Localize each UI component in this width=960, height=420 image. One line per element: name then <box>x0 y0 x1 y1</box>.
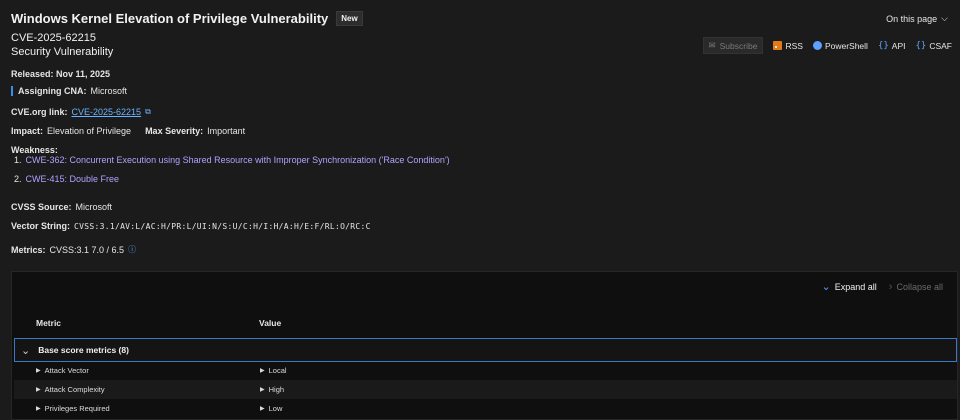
vector-value: CVSS:3.1/AV:L/AC:H/PR:L/UI:N/S:U/C:H/I:H… <box>74 221 371 231</box>
group-label: Base score metrics (8) <box>38 345 129 355</box>
braces-icon: {} <box>877 40 889 51</box>
caret-right-icon: ▶ <box>36 406 41 412</box>
caret-right-icon: ▶ <box>36 368 41 374</box>
weakness-item: 1. CWE-362: Concurrent Execution using S… <box>14 155 450 165</box>
chevron-down-icon: ⌵ <box>941 13 948 23</box>
impact-label: Impact: <box>11 126 44 136</box>
weakness-label: Weakness: <box>11 145 58 155</box>
api-link[interactable]: {} API <box>878 41 906 51</box>
collapse-all-label: Collapse all <box>896 281 943 292</box>
metrics-panel: ⌄ Expand all › Collapse all Metric Value… <box>11 271 958 420</box>
weakness-num: 2. <box>14 174 22 184</box>
cvss-source-value: Microsoft <box>75 202 113 212</box>
caret-right-icon: ▶ <box>36 387 41 393</box>
cwe-link[interactable]: CWE-362: Concurrent Execution using Shar… <box>26 155 450 165</box>
metric-name: Attack Vector <box>44 366 89 375</box>
new-badge: New <box>336 11 363 26</box>
chevron-down-icon: ⌄ <box>21 344 31 357</box>
on-this-page-dropdown[interactable]: On this page ⌵ <box>886 13 948 24</box>
subscribe-label: Subscribe <box>719 40 758 51</box>
expand-all-label: Expand all <box>834 281 877 292</box>
action-bar: ✉ Subscribe RSS PowerShell {} API {} CSA… <box>702 37 952 54</box>
metric-name: Privileges Required <box>44 404 110 413</box>
page-title: Windows Kernel Elevation of Privilege Vu… <box>11 11 329 26</box>
vector-label: Vector String: <box>11 221 71 231</box>
cveorg-label: CVE.org link: <box>11 107 68 117</box>
caret-right-icon: ▶ <box>260 368 265 374</box>
weakness-num: 1. <box>14 155 22 165</box>
assigning-cna: Assigning CNA: Microsoft <box>11 86 127 96</box>
braces-icon: {} <box>915 40 927 51</box>
metrics-value: CVSS:3.1 7.0 / 6.5 <box>49 244 125 255</box>
chevron-down-icon: ⌄ <box>821 281 831 293</box>
released-date: Released: Nov 11, 2025 <box>11 69 111 79</box>
table-row[interactable]: ▶ Attack Vector ▶ Local <box>14 361 957 380</box>
table-row[interactable]: ▶ Privileges Required ▶ Low <box>14 399 957 418</box>
metric-value: Local <box>268 366 287 375</box>
powershell-link[interactable]: PowerShell <box>812 40 868 51</box>
chevron-right-icon: › <box>888 280 893 293</box>
value-cell: ▶ High <box>260 385 284 394</box>
cna-label: Assigning CNA: <box>18 86 87 96</box>
csaf-label: CSAF <box>929 40 952 51</box>
rss-icon <box>773 41 783 50</box>
metric-value: High <box>268 385 285 394</box>
value-cell: ▶ Local <box>260 366 287 375</box>
column-header-value[interactable]: Value <box>259 318 281 328</box>
collapse-all-button[interactable]: › Collapse all <box>889 281 943 293</box>
api-label: API <box>891 40 906 51</box>
mail-icon: ✉ <box>708 40 716 50</box>
metrics-label: Metrics: <box>11 244 46 255</box>
cvss-source-label: CVSS Source: <box>11 202 72 212</box>
cvss-source-line: CVSS Source: Microsoft <box>11 202 112 212</box>
external-link-icon: ⧉ <box>145 107 151 116</box>
impact-value: Elevation of Privilege <box>47 126 132 136</box>
cveorg-line: CVE.org link: CVE-2025-62215 ⧉ <box>11 107 151 117</box>
caret-right-icon: ▶ <box>260 387 265 393</box>
severity-value: Important <box>207 126 246 136</box>
title-row: Windows Kernel Elevation of Privilege Vu… <box>11 11 363 26</box>
github-icon <box>812 41 822 50</box>
cveorg-link[interactable]: CVE-2025-62215 <box>72 107 142 117</box>
metric-cell: ▶ Attack Vector <box>36 366 89 375</box>
expand-controls: ⌄ Expand all › Collapse all <box>822 280 943 294</box>
impact-line: Impact: Elevation of Privilege Max Sever… <box>11 126 245 136</box>
metrics-line: Metrics: CVSS:3.1 7.0 / 6.5 ⓘ <box>11 244 136 255</box>
base-score-group[interactable]: ⌄ Base score metrics (8) <box>14 338 957 362</box>
info-icon[interactable]: ⓘ <box>128 244 136 255</box>
rss-label: RSS <box>785 40 803 51</box>
csaf-link[interactable]: {} CSAF <box>915 41 952 51</box>
powershell-label: PowerShell <box>824 40 868 51</box>
on-this-page-label: On this page <box>886 13 938 24</box>
cve-id: CVE-2025-62215 <box>11 32 97 44</box>
metric-cell: ▶ Privileges Required <box>36 404 110 413</box>
subscribe-button[interactable]: ✉ Subscribe <box>702 37 764 54</box>
vector-string-line: Vector String: CVSS:3.1/AV:L/AC:H/PR:L/U… <box>11 221 371 231</box>
metric-cell: ▶ Attack Complexity <box>36 385 105 394</box>
metric-value: Low <box>268 404 283 413</box>
expand-all-button[interactable]: ⌄ Expand all <box>822 280 877 293</box>
cve-type: Security Vulnerability <box>11 46 114 58</box>
cna-value: Microsoft <box>90 86 128 96</box>
rss-link[interactable]: RSS <box>773 40 803 51</box>
value-cell: ▶ Low <box>260 404 282 413</box>
column-header-metric[interactable]: Metric <box>36 318 61 328</box>
table-row[interactable]: ▶ Attack Complexity ▶ High <box>14 380 957 399</box>
severity-label: Max Severity: <box>145 126 204 136</box>
metric-name: Attack Complexity <box>44 385 105 394</box>
weakness-item: 2. CWE-415: Double Free <box>14 174 119 184</box>
caret-right-icon: ▶ <box>260 406 265 412</box>
cwe-link[interactable]: CWE-415: Double Free <box>26 174 120 184</box>
